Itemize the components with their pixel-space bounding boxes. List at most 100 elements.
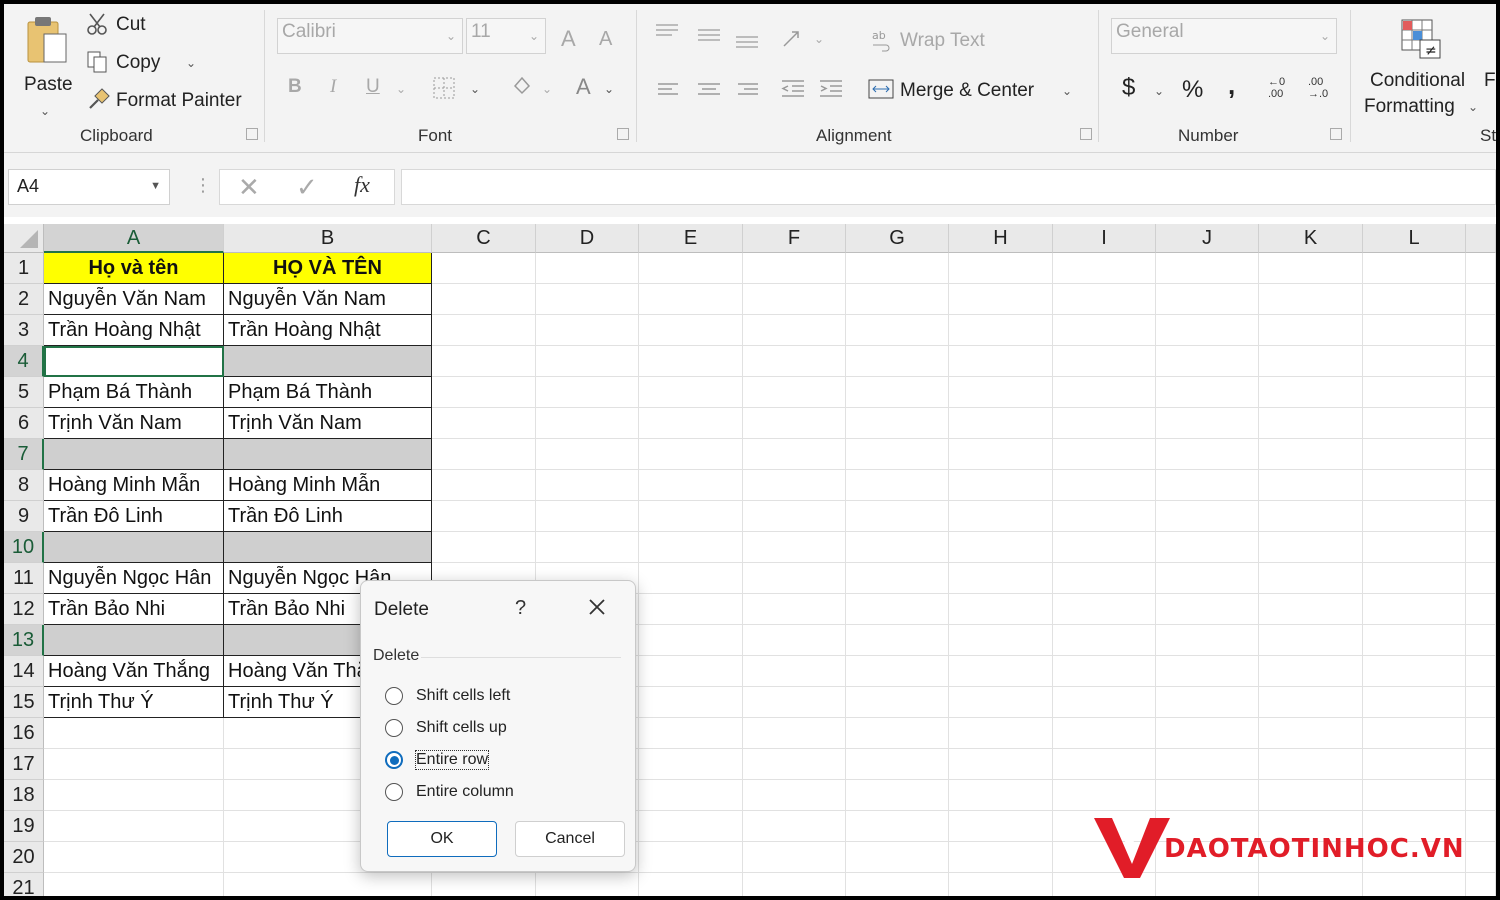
cell-c9[interactable]	[432, 501, 536, 532]
column-header-d[interactable]: D	[536, 224, 639, 253]
cell-l7[interactable]	[1363, 439, 1466, 470]
cell-h20[interactable]	[949, 842, 1053, 873]
cell-e10[interactable]	[639, 532, 743, 563]
cell-j17[interactable]	[1156, 749, 1259, 780]
cell-l5[interactable]	[1363, 377, 1466, 408]
cell-e11[interactable]	[639, 563, 743, 594]
cell-l8[interactable]	[1363, 470, 1466, 501]
column-header-b[interactable]: B	[224, 224, 432, 253]
cell-c1[interactable]	[432, 253, 536, 284]
cell-d3[interactable]	[536, 315, 639, 346]
cell-k7[interactable]	[1259, 439, 1363, 470]
row-header-5[interactable]: 5	[4, 377, 44, 408]
cell-l15[interactable]	[1363, 687, 1466, 718]
decrease-decimal-button[interactable]: .00 →.0	[1308, 76, 1336, 106]
formula-input[interactable]	[401, 169, 1496, 205]
cell-k18[interactable]	[1259, 780, 1363, 811]
format-painter-button[interactable]: Format Painter	[86, 88, 256, 118]
grow-font-icon[interactable]: A	[561, 26, 576, 52]
cell-f5[interactable]	[743, 377, 846, 408]
cell-h17[interactable]	[949, 749, 1053, 780]
font-size-select[interactable]: 11 ⌄	[466, 18, 546, 54]
cell-j15[interactable]	[1156, 687, 1259, 718]
cell-k6[interactable]	[1259, 408, 1363, 439]
cell-g6[interactable]	[846, 408, 949, 439]
cell-a20[interactable]	[44, 842, 224, 873]
cell-i6[interactable]	[1053, 408, 1156, 439]
column-header-i[interactable]: I	[1053, 224, 1156, 253]
cell-g16[interactable]	[846, 718, 949, 749]
cell-l12[interactable]	[1363, 594, 1466, 625]
cell-l11[interactable]	[1363, 563, 1466, 594]
cell-h2[interactable]	[949, 284, 1053, 315]
cell-d10[interactable]	[536, 532, 639, 563]
cell-i13[interactable]	[1053, 625, 1156, 656]
column-header-j[interactable]: J	[1156, 224, 1259, 253]
cell-h3[interactable]	[949, 315, 1053, 346]
decrease-indent-icon[interactable]	[780, 78, 806, 100]
cell-f18[interactable]	[743, 780, 846, 811]
row-header-16[interactable]: 16	[4, 718, 44, 749]
cell-f17[interactable]	[743, 749, 846, 780]
cell-h21[interactable]	[949, 873, 1053, 896]
merge-center-button[interactable]: Merge & Center	[900, 80, 1034, 102]
cell-f2[interactable]	[743, 284, 846, 315]
cell-b7[interactable]	[224, 439, 432, 470]
cell-i9[interactable]	[1053, 501, 1156, 532]
increase-indent-icon[interactable]	[818, 78, 844, 100]
row-header-3[interactable]: 3	[4, 315, 44, 346]
cell-h11[interactable]	[949, 563, 1053, 594]
cell-j2[interactable]	[1156, 284, 1259, 315]
row-header-1[interactable]: 1	[4, 253, 44, 284]
radio-shift-cells-left[interactable]	[385, 687, 403, 705]
cell-e3[interactable]	[639, 315, 743, 346]
cell-k14[interactable]	[1259, 656, 1363, 687]
cell-h18[interactable]	[949, 780, 1053, 811]
italic-button[interactable]: I	[330, 76, 336, 98]
cell-g13[interactable]	[846, 625, 949, 656]
cell-c3[interactable]	[432, 315, 536, 346]
cell-j14[interactable]	[1156, 656, 1259, 687]
cell-i8[interactable]	[1053, 470, 1156, 501]
cell-c8[interactable]	[432, 470, 536, 501]
cell-f16[interactable]	[743, 718, 846, 749]
cell-k11[interactable]	[1259, 563, 1363, 594]
column-header-l[interactable]: L	[1363, 224, 1466, 253]
cell-b8[interactable]: Hoàng Minh Mẫn	[224, 470, 432, 501]
cell-i11[interactable]	[1053, 563, 1156, 594]
cell-d6[interactable]	[536, 408, 639, 439]
cell-k2[interactable]	[1259, 284, 1363, 315]
cell-e21[interactable]	[639, 873, 743, 896]
orientation-icon[interactable]	[780, 26, 810, 50]
close-icon[interactable]	[583, 593, 611, 621]
cell-l14[interactable]	[1363, 656, 1466, 687]
cancel-button[interactable]: Cancel	[515, 821, 625, 857]
cell-f12[interactable]	[743, 594, 846, 625]
ok-button[interactable]: OK	[387, 821, 497, 857]
cell-e18[interactable]	[639, 780, 743, 811]
percent-button[interactable]: %	[1182, 76, 1203, 104]
cancel-icon[interactable]: ✕	[238, 172, 260, 203]
cell-a10[interactable]	[44, 532, 224, 563]
cell-c6[interactable]	[432, 408, 536, 439]
cell-b4[interactable]	[224, 346, 432, 377]
cell-e17[interactable]	[639, 749, 743, 780]
cell-j12[interactable]	[1156, 594, 1259, 625]
row-header-14[interactable]: 14	[4, 656, 44, 687]
cell-l9[interactable]	[1363, 501, 1466, 532]
radio-entire-column[interactable]	[385, 783, 403, 801]
row-header-18[interactable]: 18	[4, 780, 44, 811]
radio-shift-cells-up[interactable]	[385, 719, 403, 737]
cell-l3[interactable]	[1363, 315, 1466, 346]
cell-e5[interactable]	[639, 377, 743, 408]
cell-f6[interactable]	[743, 408, 846, 439]
cell-a13[interactable]	[44, 625, 224, 656]
active-cell-a4[interactable]	[44, 346, 224, 377]
column-header-e[interactable]: E	[639, 224, 743, 253]
cell-b9[interactable]: Trần Đô Linh	[224, 501, 432, 532]
dialog-launcher-icon[interactable]	[1330, 128, 1342, 140]
cell-g12[interactable]	[846, 594, 949, 625]
cell-f8[interactable]	[743, 470, 846, 501]
row-header-7[interactable]: 7	[4, 439, 44, 470]
cell-a8[interactable]: Hoàng Minh Mẫn	[44, 470, 224, 501]
